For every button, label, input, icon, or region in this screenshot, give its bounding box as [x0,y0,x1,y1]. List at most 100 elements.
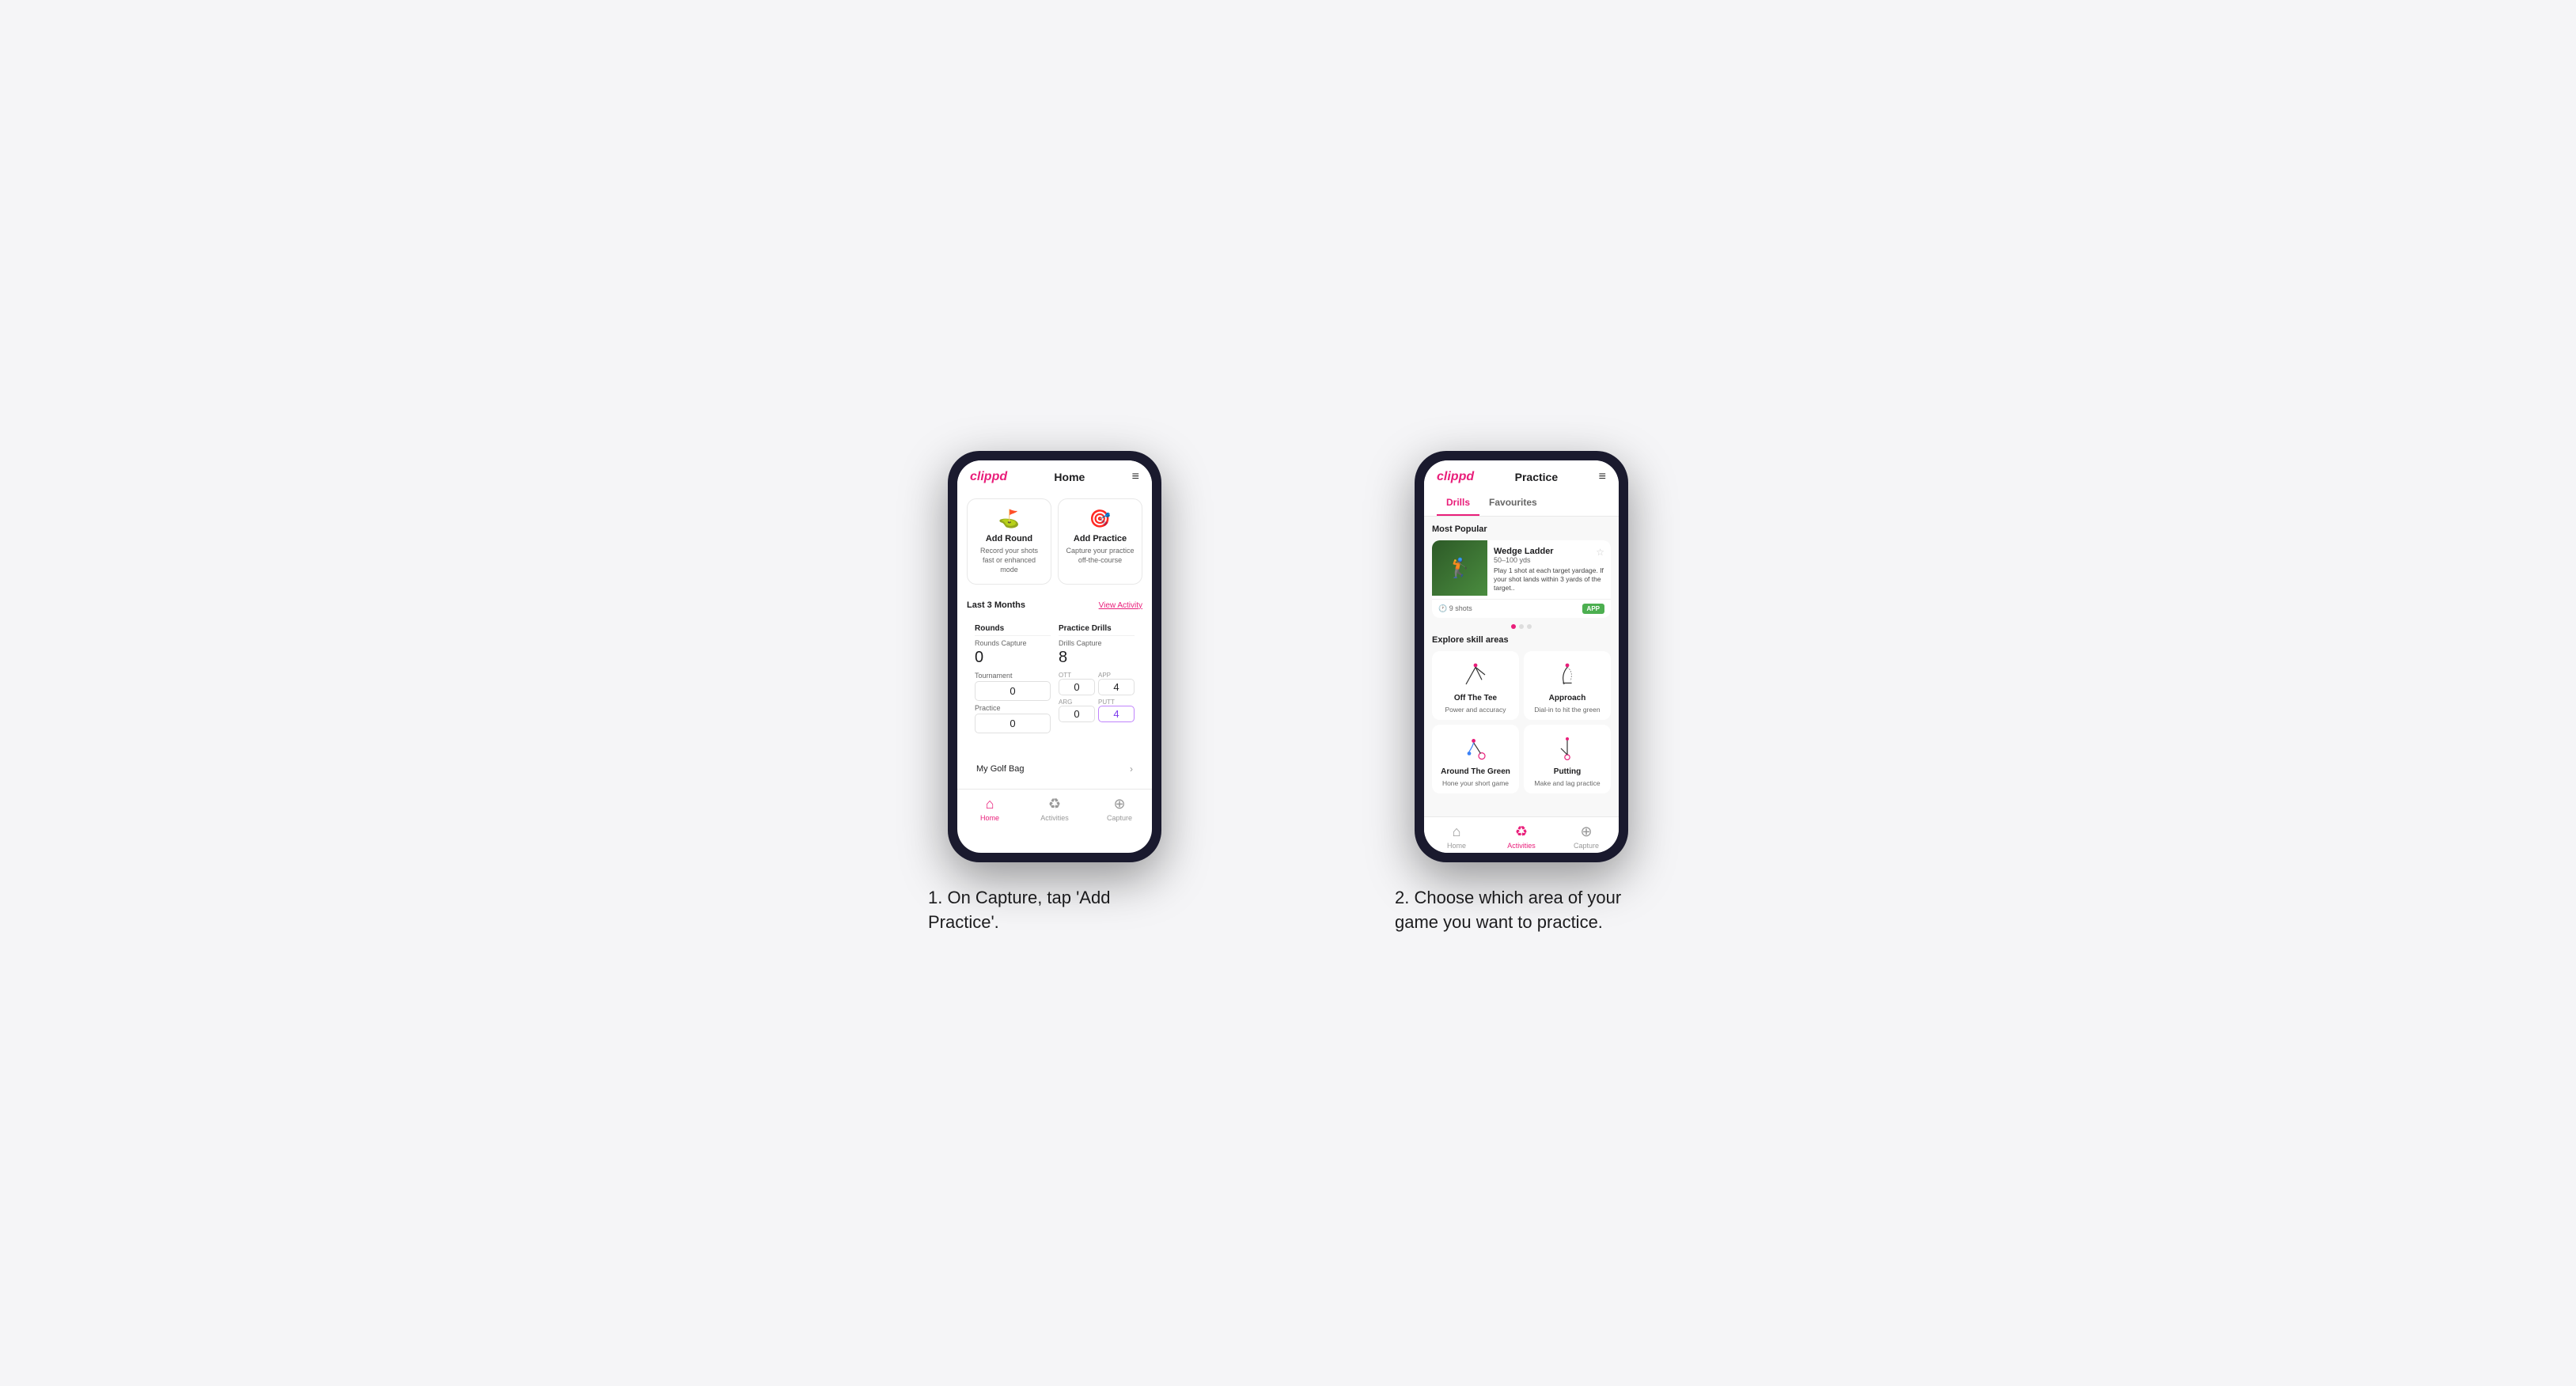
dot-3 [1527,624,1532,629]
phone2-section: clippd Practice ≡ Drills Favourites Most… [1320,451,1723,935]
ott-label: OTT [1059,672,1095,679]
nav2-activities[interactable]: ♻ Activities [1489,824,1554,850]
off-the-tee-icon-area [1456,659,1495,691]
ott-item: OTT 0 [1059,672,1095,695]
arg-item: ARG 0 [1059,699,1095,722]
off-the-tee-sub: Power and accuracy [1445,706,1506,714]
activities2-nav-label: Activities [1507,842,1536,850]
phone1-caption: 1. On Capture, tap 'Add Practice'. [928,886,1181,935]
practice-content: Most Popular 🏌️ Wedge Ladder 50–100 yds [1424,517,1619,816]
skill-off-the-tee[interactable]: Off The Tee Power and accuracy [1432,651,1519,720]
rounds-col: Rounds Rounds Capture 0 Tournament 0 Pra… [975,624,1051,737]
nav-activities[interactable]: ♻ Activities [1022,796,1087,822]
stats-section: Last 3 Months View Activity Rounds Round… [957,593,1152,749]
rounds-capture-label: Rounds Capture [975,639,1051,647]
add-round-card[interactable]: ⛳ Add Round Record your shots fast or en… [967,498,1051,585]
golf-bag-row[interactable]: My Golf Bag › [967,755,1142,782]
phone2-menu-icon[interactable]: ≡ [1599,470,1606,484]
around-green-sub: Hone your short game [1442,779,1509,787]
home-nav-label: Home [980,814,999,822]
capture-nav-label: Capture [1107,814,1132,822]
skill-approach[interactable]: Approach Dial-in to hit the green [1524,651,1611,720]
around-green-name: Around The Green [1441,767,1510,776]
approach-icon-area [1547,659,1587,691]
stats-period-label: Last 3 Months [967,600,1025,610]
phone2-frame: clippd Practice ≡ Drills Favourites Most… [1415,451,1628,862]
activities-nav-icon: ♻ [1048,796,1061,812]
off-the-tee-name: Off The Tee [1454,694,1497,702]
golf-bag-label: My Golf Bag [976,764,1025,774]
add-round-title: Add Round [986,534,1032,543]
most-popular-label: Most Popular [1432,524,1611,534]
clock-icon: 🕐 [1438,604,1447,612]
drill-card-inner: 🏌️ Wedge Ladder 50–100 yds ☆ Play 1 sh [1432,540,1611,599]
dot-1 [1511,624,1516,629]
arg-label: ARG [1059,699,1095,706]
drill-title: Wedge Ladder [1494,547,1554,556]
nav-capture[interactable]: ⊕ Capture [1087,796,1152,822]
drills-col: Practice Drills Drills Capture 8 OTT 0 [1059,624,1135,737]
arg-val: 0 [1059,706,1095,722]
drills-capture-label: Drills Capture [1059,639,1135,647]
putt-label: PUTT [1098,699,1135,706]
action-cards-row: ⛳ Add Round Record your shots fast or en… [957,490,1152,593]
putt-val: 4 [1098,706,1135,722]
skill-grid: Off The Tee Power and accuracy [1432,651,1611,793]
app-val: 4 [1098,679,1135,695]
phone1-header: clippd Home ≡ [957,460,1152,490]
skill-around-the-green[interactable]: Around The Green Hone your short game [1432,725,1519,793]
approach-svg [1551,661,1583,689]
phone1-menu-icon[interactable]: ≡ [1132,470,1139,484]
drills-col-title: Practice Drills [1059,624,1135,636]
nav-home[interactable]: ⌂ Home [957,796,1022,822]
drill-shots: 🕐 9 shots [1438,604,1472,613]
add-round-subtitle: Record your shots fast or enhanced mode [974,547,1044,574]
add-practice-subtitle: Capture your practice off-the-course [1065,547,1135,565]
phone1-title: Home [1054,471,1085,483]
phone1-frame: clippd Home ≡ ⛳ Add Round Record your sh… [948,451,1161,862]
stats-cols: Rounds Rounds Capture 0 Tournament 0 Pra… [975,624,1135,737]
add-practice-icon: 🎯 [1089,509,1111,529]
practice-label: Practice [975,704,1051,712]
capture2-nav-icon: ⊕ [1580,824,1592,840]
putting-svg [1551,734,1583,763]
add-round-icon: ⛳ [998,509,1020,529]
activities2-nav-icon: ♻ [1515,824,1528,840]
putting-name: Putting [1554,767,1581,776]
nav2-capture[interactable]: ⊕ Capture [1554,824,1619,850]
skill-putting[interactable]: Putting Make and lag practice [1524,725,1611,793]
app-item: APP 4 [1098,672,1135,695]
tournament-label: Tournament [975,672,1051,680]
skill-areas-label: Explore skill areas [1432,635,1611,645]
stats-box: Rounds Rounds Capture 0 Tournament 0 Pra… [967,616,1142,744]
tabs-row: Drills Favourites [1424,490,1619,517]
drill-info: Wedge Ladder 50–100 yds ☆ Play 1 shot at… [1487,540,1611,599]
drill-range: 50–100 yds [1494,556,1554,564]
rounds-capture-val: 0 [975,649,1051,667]
tab-favourites[interactable]: Favourites [1479,490,1547,516]
phone1-logo: clippd [970,470,1007,484]
capture-nav-icon: ⊕ [1113,796,1125,812]
phone1-screen: clippd Home ≡ ⛳ Add Round Record your sh… [957,460,1152,853]
phone2-title: Practice [1515,471,1558,483]
home-nav-icon: ⌂ [986,796,994,812]
phone2-logo: clippd [1437,470,1474,484]
home2-nav-icon: ⌂ [1453,824,1461,840]
nav2-home[interactable]: ⌂ Home [1424,824,1489,850]
view-activity-link[interactable]: View Activity [1099,601,1142,610]
drill-description: Play 1 shot at each target yardage. If y… [1494,566,1604,593]
putt-item: PUTT 4 [1098,699,1135,722]
drill-footer: 🕐 9 shots APP [1432,599,1611,618]
chevron-right-icon: › [1130,763,1133,774]
putting-sub: Make and lag practice [1534,779,1600,787]
add-practice-card[interactable]: 🎯 Add Practice Capture your practice off… [1058,498,1142,585]
star-icon[interactable]: ☆ [1596,547,1604,558]
around-green-svg [1460,734,1491,763]
approach-sub: Dial-in to hit the green [1534,706,1600,714]
featured-drill-card[interactable]: 🏌️ Wedge Ladder 50–100 yds ☆ Play 1 sh [1432,540,1611,618]
tab-drills[interactable]: Drills [1437,490,1479,516]
phone2-bottom-nav: ⌂ Home ♻ Activities ⊕ Capture [1424,816,1619,853]
dot-2 [1519,624,1524,629]
around-green-icon-area [1456,733,1495,764]
phone2-caption: 2. Choose which area of your game you wa… [1395,886,1648,935]
